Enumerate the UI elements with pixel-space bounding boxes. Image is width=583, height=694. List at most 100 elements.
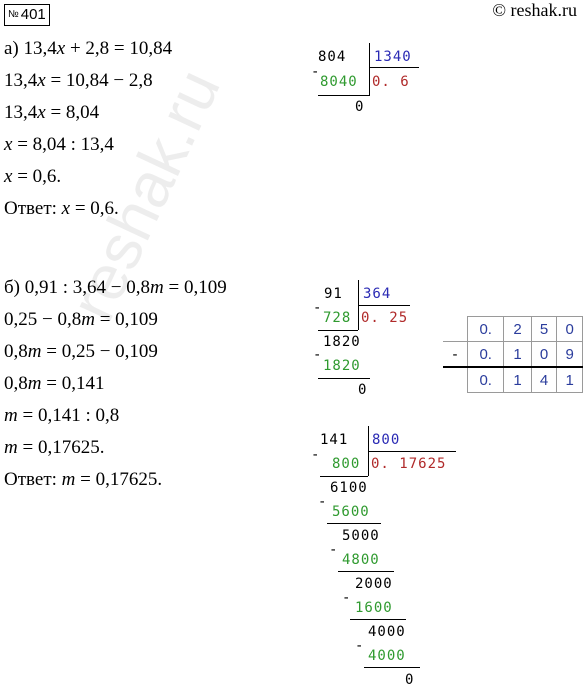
dividend: 804: [318, 49, 347, 65]
equation-text: + 2,8 = 10,84: [65, 38, 173, 59]
divisor-underline: [368, 451, 456, 452]
equation-line: m = 0,141 : 0,8: [4, 405, 119, 427]
minus-sign: -: [443, 341, 469, 368]
table-row: - 0. 1 0 9: [443, 341, 583, 368]
step-subtrahend: 5600: [332, 504, 370, 520]
minus-sign: -: [329, 542, 339, 558]
remainder: 0: [405, 672, 415, 688]
dividend: 91: [324, 286, 343, 302]
divisor-underline: [369, 67, 419, 68]
subtraction-line: [327, 523, 381, 524]
equation-text: 13,4: [4, 102, 38, 123]
problem-number: 401: [20, 6, 46, 23]
equation-text: = 0,17625.: [17, 437, 105, 458]
minus-sign: -: [311, 447, 321, 463]
table-cell: 5: [530, 316, 558, 342]
variable: m: [81, 309, 95, 330]
equation-text: Ответ:: [4, 198, 62, 219]
table-cell: 1: [503, 341, 532, 368]
equation-line: 0,8m = 0,25 − 0,109: [4, 341, 158, 363]
remainder: 0: [358, 382, 368, 398]
minus-sign: -: [342, 590, 352, 606]
variable: m: [4, 405, 18, 426]
subtrahend: 800: [332, 456, 361, 472]
equation-text: 0,8: [4, 373, 28, 394]
table-cell: 4: [530, 366, 558, 393]
step-subtrahend: 1600: [355, 600, 393, 616]
equation-text: = 0,25 − 0,109: [41, 341, 158, 362]
subtrahend: 728: [323, 310, 352, 326]
equation-text: = 0,109: [163, 277, 227, 298]
table-cell: 1: [503, 366, 532, 393]
minus-sign: -: [355, 638, 365, 654]
subtrahend: 8040: [320, 74, 358, 90]
table-cell: 1: [556, 366, 583, 393]
step-value: 5000: [342, 528, 380, 544]
step-subtrahend: 4000: [368, 648, 406, 664]
table-cell: 0.: [467, 316, 505, 342]
table-row: 0. 2 5 0: [443, 316, 583, 342]
equation-text: = 0,17625.: [75, 469, 163, 490]
equation-line: x = 8,04 : 13,4: [4, 134, 114, 156]
variable: m: [150, 277, 164, 298]
equation-line: а) 13,4x + 2,8 = 10,84: [4, 38, 172, 60]
table-cell: [443, 316, 469, 342]
equation-text: = 8,04 : 13,4: [12, 134, 114, 155]
divisor: 800: [372, 432, 401, 448]
variable: x: [37, 70, 46, 91]
table-cell: 0.: [467, 366, 505, 393]
site-watermark: © reshak.ru: [492, 0, 577, 20]
variable: x: [56, 38, 66, 59]
equation-line: 13,4x = 8,04: [4, 102, 99, 124]
variable: x: [61, 198, 71, 219]
equation-line: Ответ: x = 0,6.: [4, 198, 119, 220]
equation-line: б) 0,91 : 3,64 − 0,8m = 0,109: [4, 277, 227, 299]
subtraction-line: [320, 476, 368, 477]
subtraction-line: [318, 330, 358, 331]
subtraction-line: [350, 619, 406, 620]
minus-sign: -: [313, 347, 323, 363]
equation-text: 0,8: [4, 341, 28, 362]
equation-line: x = 0,6.: [4, 166, 61, 188]
variable: x: [37, 102, 46, 123]
equation-line: m = 0,17625.: [4, 437, 104, 459]
dividend: 141: [320, 432, 349, 448]
quotient: 0. 17625: [371, 456, 447, 472]
equation-text: = 8,04: [45, 102, 100, 123]
subtraction-line: [364, 667, 420, 668]
variable: m: [61, 469, 76, 490]
step-value: 6100: [330, 480, 368, 496]
problem-number-badge: № 401: [4, 4, 50, 26]
table-cell: 0: [556, 316, 583, 342]
minus-sign: -: [318, 494, 328, 510]
division-bracket: [369, 43, 370, 96]
equation-text: 0,25 − 0,8: [4, 309, 82, 330]
remainder: 0: [355, 99, 365, 115]
subtraction-line: [318, 95, 370, 96]
column-subtraction-table: 0. 2 5 0 - 0. 1 0 9 0. 1 4 1: [443, 316, 583, 393]
table-cell: [443, 366, 469, 393]
quotient: 0. 25: [361, 310, 409, 326]
equation-text: = 0,109: [94, 309, 158, 330]
equation-line: Ответ: m = 0,17625.: [4, 469, 162, 491]
step-value: 2000: [355, 576, 393, 592]
equation-text: а) 13,4: [4, 38, 57, 59]
variable: m: [27, 341, 42, 362]
equation-text: = 0,141: [41, 373, 105, 394]
divisor: 1340: [374, 49, 412, 65]
minus-sign: -: [313, 300, 323, 316]
equation-text: = 0,6.: [12, 166, 62, 187]
table-cell: 9: [556, 341, 583, 368]
equation-line: 0,8m = 0,141: [4, 373, 104, 395]
equation-line: 0,25 − 0,8m = 0,109: [4, 309, 158, 331]
equation-text: б) 0,91 : 3,64 − 0,8: [4, 277, 150, 298]
quotient: 0. 6: [372, 74, 410, 90]
divisor: 364: [363, 286, 392, 302]
subtraction-line: [318, 378, 370, 379]
equation-text: = 0,141 : 0,8: [17, 405, 120, 426]
equation-text: Ответ:: [4, 469, 62, 490]
table-cell: 2: [503, 316, 532, 342]
number-sign: №: [8, 9, 19, 20]
equation-text: = 10,84 − 2,8: [45, 70, 153, 91]
variable: m: [4, 437, 18, 458]
